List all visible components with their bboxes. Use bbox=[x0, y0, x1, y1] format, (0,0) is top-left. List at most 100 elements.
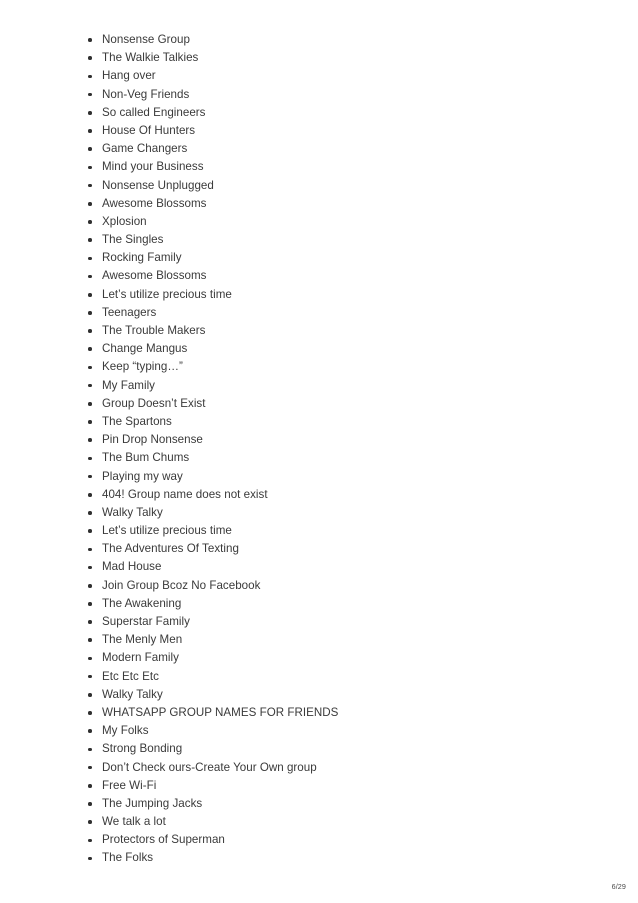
list-item: The Menly Men bbox=[88, 631, 638, 649]
bullet-icon bbox=[88, 292, 92, 297]
list-item: The Folks bbox=[88, 849, 638, 867]
list-item-label: Mad House bbox=[102, 560, 162, 574]
bullet-icon bbox=[88, 92, 92, 97]
list-item: The Jumping Jacks bbox=[88, 795, 638, 813]
page-number: 6/29 bbox=[611, 882, 626, 891]
list-item: My Family bbox=[88, 377, 638, 395]
bullet-icon bbox=[88, 38, 92, 42]
bullet-icon bbox=[88, 402, 92, 406]
group-names-list: Nonsense Group The Walkie Talkies Hang ove… bbox=[0, 31, 638, 868]
list-item-label: Join Group Bcoz No Facebook bbox=[102, 578, 261, 592]
list-item: Let’s utilize precious time bbox=[88, 522, 638, 540]
bullet-icon bbox=[88, 329, 92, 333]
list-item-label: The Menly Men bbox=[102, 633, 183, 647]
list-item-label: House Of Hunters bbox=[102, 123, 196, 137]
list-item: Nonsense Group bbox=[88, 31, 638, 49]
bullet-icon bbox=[88, 238, 92, 242]
list-item-label: Let’s utilize precious time bbox=[102, 287, 232, 301]
bullet-icon bbox=[88, 711, 92, 715]
list-item-label: The Adventures Of Texting bbox=[102, 542, 239, 556]
list-item: The Spartons bbox=[88, 413, 638, 431]
list-item-label: Nonsense Unplugged bbox=[102, 178, 214, 192]
list-item: We talk a lot bbox=[88, 813, 638, 831]
list-item: Xplosion bbox=[88, 213, 638, 231]
list-item: Superstar Family bbox=[88, 613, 638, 631]
bullet-icon bbox=[88, 492, 92, 497]
bullet-icon bbox=[88, 620, 92, 624]
list-item-label: Strong Bonding bbox=[102, 742, 183, 756]
list-item: The Walkie Talkies bbox=[88, 49, 638, 67]
list-item-label: Rocking Family bbox=[102, 251, 182, 265]
list-item-label: Xplosion bbox=[102, 214, 147, 228]
list-item: The Awakening bbox=[88, 595, 638, 613]
bullet-icon bbox=[88, 347, 92, 352]
bullet-icon bbox=[88, 183, 92, 188]
list-item-label: Pin Drop Nonsense bbox=[102, 433, 203, 447]
list-item-label: Mind your Business bbox=[102, 160, 204, 174]
list-item: Teenagers bbox=[88, 304, 638, 322]
list-item-label: Modern Family bbox=[102, 651, 179, 665]
list-item-label: The Walkie Talkies bbox=[102, 51, 199, 65]
list-item: The Adventures Of Texting bbox=[88, 540, 638, 558]
list-item-label: The Trouble Makers bbox=[102, 324, 206, 337]
list-item-label: Awesome Blossoms bbox=[102, 269, 207, 283]
bullet-icon bbox=[88, 201, 92, 206]
list-item: Don’t Check ours-Create Your Own group bbox=[88, 759, 638, 777]
bullet-icon bbox=[88, 274, 92, 279]
bullet-icon bbox=[88, 129, 92, 133]
list-item-label: Let’s utilize precious time bbox=[102, 524, 232, 538]
bullet-icon bbox=[88, 111, 92, 115]
list-item-label: The Spartons bbox=[102, 414, 172, 428]
list-item: Group Doesn’t Exist bbox=[88, 395, 638, 413]
list-item: Modern Family bbox=[88, 649, 638, 667]
list-item-label: The Singles bbox=[102, 233, 164, 247]
bullet-icon bbox=[88, 474, 92, 479]
bullet-icon bbox=[88, 820, 92, 824]
list-item: Mind your Business bbox=[88, 158, 638, 176]
list-item: The Trouble Makers bbox=[88, 322, 638, 340]
list-item: Pin Drop Nonsense bbox=[88, 431, 638, 449]
bullet-icon bbox=[88, 838, 92, 843]
bullet-icon bbox=[88, 656, 92, 661]
list-item-label: 404! Group name does not exist bbox=[102, 487, 268, 501]
bullet-icon bbox=[88, 56, 92, 61]
list-item: Let’s utilize precious time bbox=[88, 286, 638, 304]
list-item-label: The Jumping Jacks bbox=[102, 796, 203, 810]
list-item-label: The Bum Chums bbox=[102, 451, 190, 465]
list-item: Awesome Blossoms bbox=[88, 195, 638, 213]
bullet-icon bbox=[88, 74, 92, 79]
document-page: Nonsense Group The Walkie Talkies Hang ove… bbox=[0, 0, 638, 903]
bullet-icon bbox=[88, 256, 92, 261]
list-item: My Folks bbox=[88, 722, 638, 740]
list-item: The Bum Chums bbox=[88, 449, 638, 467]
list-item-label: Etc Etc Etc bbox=[102, 669, 159, 683]
list-item-label: Change Mangus bbox=[102, 342, 188, 356]
list-item: House Of Hunters bbox=[88, 122, 638, 140]
list-item: Strong Bonding bbox=[88, 740, 638, 758]
list-item-label: The Folks bbox=[102, 851, 154, 865]
list-item: Join Group Bcoz No Facebook bbox=[88, 577, 638, 595]
bullet-icon bbox=[88, 220, 92, 224]
list-item: Protectors of Superman bbox=[88, 831, 638, 849]
list-item-label: Nonsense Group bbox=[102, 33, 190, 46]
list-item-label: Group Doesn’t Exist bbox=[102, 396, 206, 410]
list-item-label: Free Wi-Fi bbox=[102, 778, 157, 792]
list-item: Mad House bbox=[88, 558, 638, 576]
list-item: Rocking Family bbox=[88, 249, 638, 267]
list-item-label: The Awakening bbox=[102, 596, 182, 610]
bullet-icon bbox=[88, 693, 92, 697]
list-item: Hang over bbox=[88, 67, 638, 85]
bullet-icon bbox=[88, 638, 92, 643]
list-item-label: Walky Talky bbox=[102, 505, 163, 519]
bullet-icon bbox=[88, 311, 92, 315]
list-item: Change Mangus bbox=[88, 340, 638, 358]
bullet-icon bbox=[88, 765, 92, 770]
list-item-label: My Folks bbox=[102, 724, 149, 738]
list-item-label: Superstar Family bbox=[102, 615, 190, 628]
list-item: Etc Etc Etc bbox=[88, 668, 638, 686]
list-item: Walky Talky bbox=[88, 504, 638, 522]
bullet-icon bbox=[88, 565, 92, 570]
list-item: 404! Group name does not exist bbox=[88, 486, 638, 504]
list-item: Non-Veg Friends bbox=[88, 86, 638, 104]
bullet-icon bbox=[88, 511, 92, 515]
